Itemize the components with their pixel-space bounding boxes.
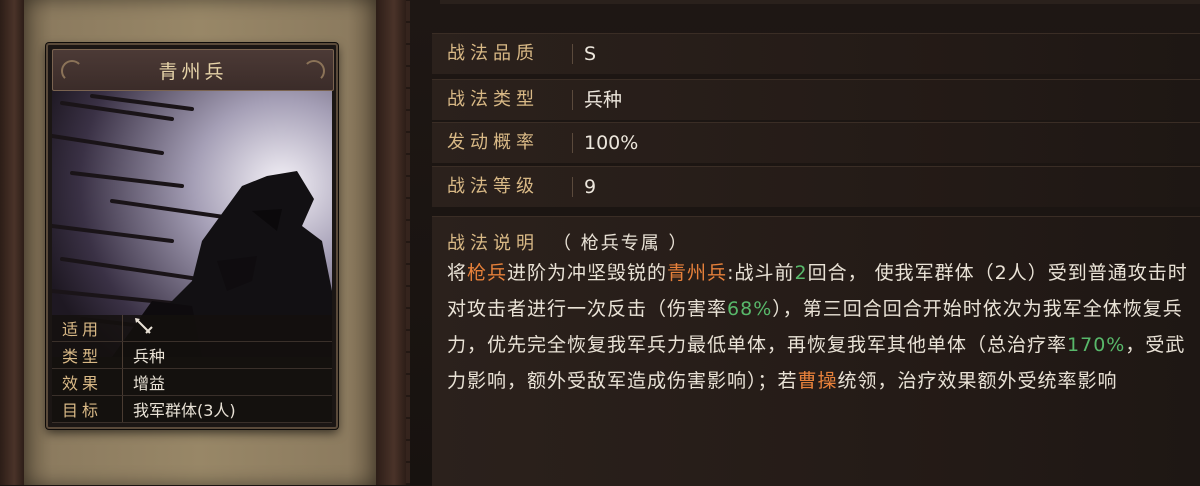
description-text: 将枪兵进阶为冲坚毁锐的青州兵:战斗前2回合， 使我军群体（2人）受到普通攻击时对… <box>447 255 1195 399</box>
info-row-effect: 效果 增益 <box>52 369 332 396</box>
info-row-type: 类型 兵种 <box>52 342 332 369</box>
property-label: 发动概率 <box>447 132 539 153</box>
info-row-applies: 适用 <box>52 315 332 342</box>
card-title-bar: 青州兵 <box>52 49 334 91</box>
ornament-icon <box>303 60 325 82</box>
keyword-cao-cao: 曹操 <box>797 370 838 392</box>
divider <box>572 90 573 110</box>
property-trigger-rate: 发动概率 100% <box>432 122 1200 163</box>
info-value: 兵种 <box>133 347 166 366</box>
keyword-qingzhou-troops: 青州兵 <box>667 262 728 284</box>
property-label: 战法类型 <box>447 89 539 110</box>
desc-text: 将 <box>447 262 468 284</box>
desc-text: 进阶为冲坚毁锐的 <box>507 262 668 284</box>
panel-top-divider <box>440 0 1200 4</box>
description-header: 战法说明 （ 枪兵专属 ） <box>447 229 688 255</box>
property-value: 9 <box>584 176 597 198</box>
card-info-table: 适用 类型 兵种 效果 增益 目标 我军群体(3人) <box>52 315 332 423</box>
property-value: 兵种 <box>584 89 623 111</box>
info-row-target: 目标 我军群体(3人) <box>52 396 332 423</box>
info-value: 我军群体(3人) <box>133 401 236 420</box>
property-label: 战法等级 <box>447 176 539 197</box>
skill-description: 战法说明 （ 枪兵专属 ） 将枪兵进阶为冲坚毁锐的青州兵:战斗前2回合， 使我军群… <box>432 216 1200 486</box>
divider <box>572 177 573 197</box>
divider <box>572 44 573 64</box>
property-value: 100% <box>584 132 639 154</box>
info-key: 目标 <box>52 396 123 422</box>
description-label: 战法说明 <box>447 233 539 254</box>
property-type: 战法类型 兵种 <box>432 79 1200 120</box>
property-level: 战法等级 9 <box>432 166 1200 207</box>
info-value: 增益 <box>133 374 166 393</box>
property-label: 战法品质 <box>447 43 539 64</box>
desc-text: :战斗前 <box>727 262 795 284</box>
wall-pillar-left <box>0 0 24 485</box>
skill-card[interactable]: 青州兵 适用 类型 兵种 效果 增益 目标 我军群体(3人) <box>46 43 338 429</box>
keyword-spearman: 枪兵 <box>467 262 508 284</box>
wall-pillar-right <box>376 0 406 485</box>
info-key: 效果 <box>52 369 123 395</box>
value-damage-rate: 68% <box>727 298 773 320</box>
property-value: S <box>584 43 597 65</box>
divider <box>572 133 573 153</box>
desc-text: 统领，治疗效果额外受统率影响 <box>837 370 1118 392</box>
info-key: 适用 <box>52 315 123 341</box>
exclusive-tag: （ 枪兵专属 ） <box>553 233 689 254</box>
ornament-icon <box>61 60 83 82</box>
card-title: 青州兵 <box>158 60 228 83</box>
value-heal-rate: 170% <box>1067 334 1126 356</box>
value-rounds: 2 <box>794 262 808 284</box>
spear-icon <box>123 316 155 340</box>
info-key: 类型 <box>52 342 123 368</box>
property-quality: 战法品质 S <box>432 33 1200 74</box>
